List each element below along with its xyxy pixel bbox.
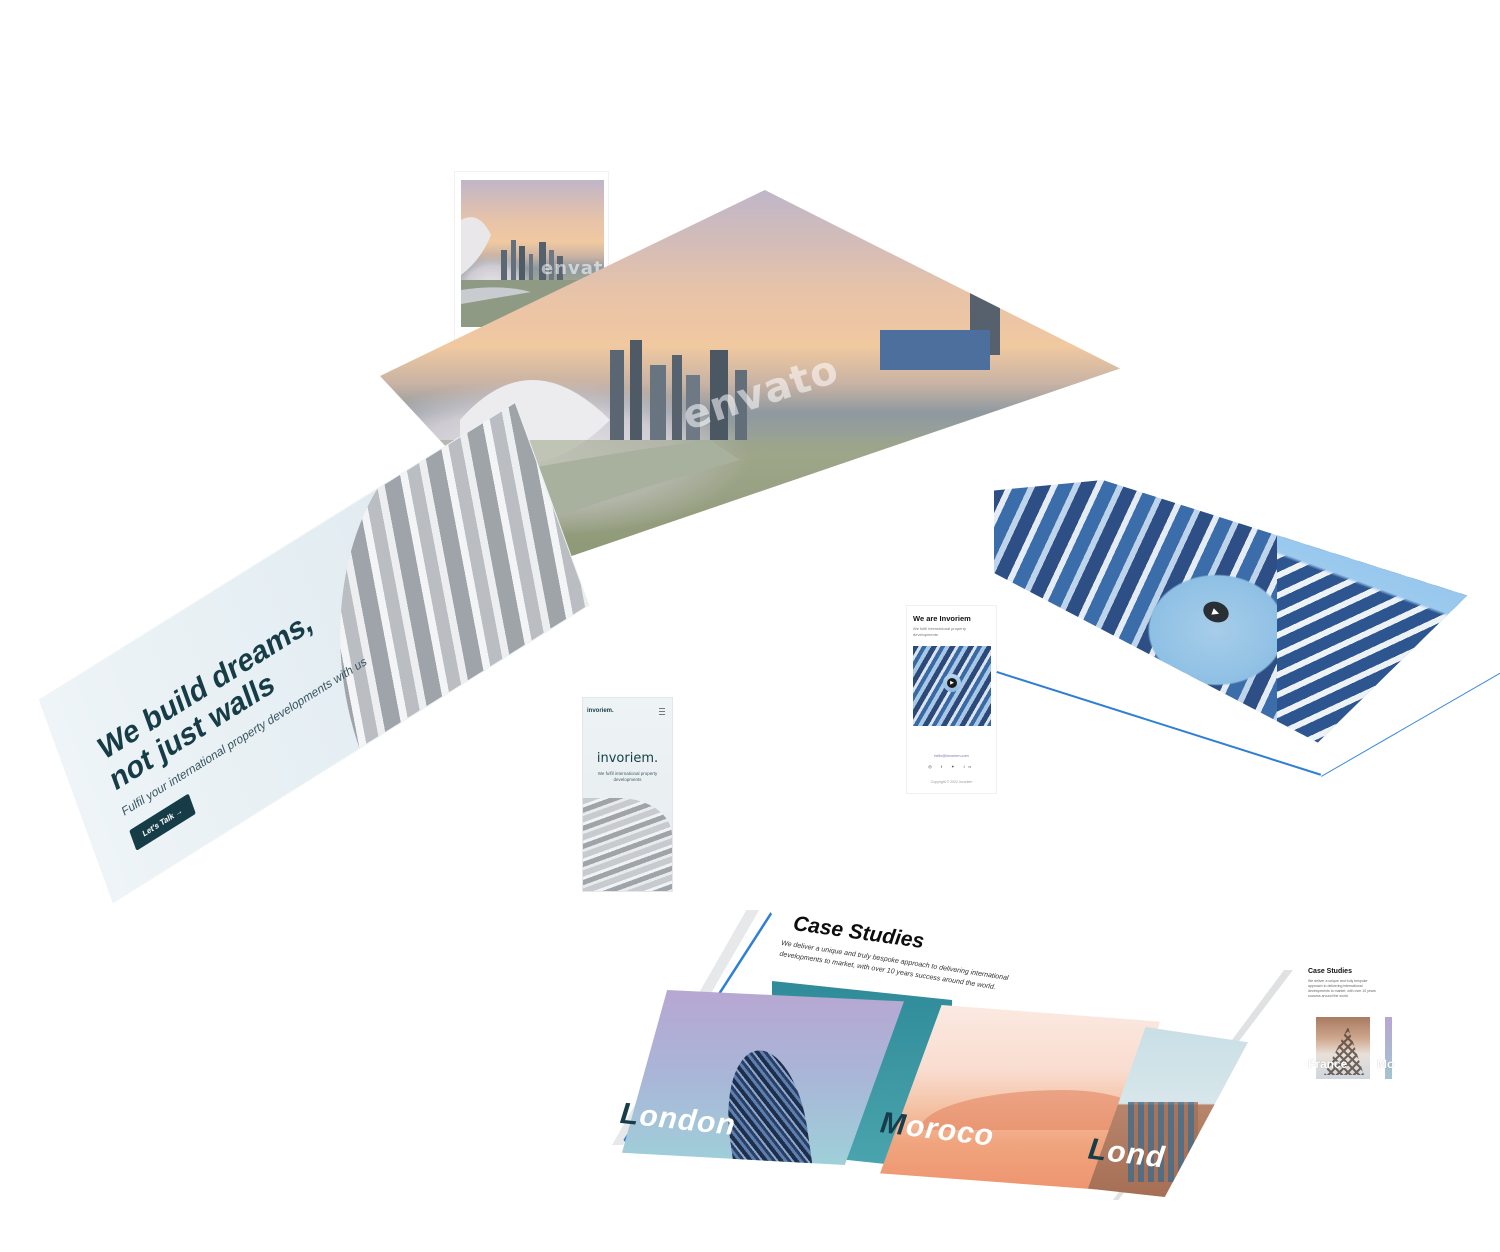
video-panel[interactable] bbox=[994, 480, 1468, 743]
mobile-page-preview: invoriem. invoriem. We fulfil internatio… bbox=[583, 698, 672, 891]
social-icons[interactable]: ◎ f ✦ in bbox=[907, 764, 996, 769]
mini-case-description: We deliver a unique and truly bespoke ap… bbox=[1308, 979, 1376, 998]
hero-page-preview: We build dreams, not just walls Fulfil y… bbox=[40, 403, 589, 902]
about-video-thumbnail[interactable]: ▶ bbox=[913, 646, 991, 726]
mobile-tagline: We fulfil international property develop… bbox=[597, 771, 658, 782]
gherkin-building-image bbox=[718, 1045, 814, 1165]
logo-large: invoriem. bbox=[596, 751, 659, 766]
play-icon[interactable]: ▶ bbox=[947, 678, 957, 688]
contact-email-link[interactable]: hello@invoriem.com bbox=[907, 754, 996, 758]
case-label-rest: ond bbox=[1105, 1134, 1168, 1175]
about-title: We are Invoriem bbox=[913, 614, 971, 623]
hamburger-menu-icon[interactable] bbox=[659, 708, 665, 715]
france-label: France bbox=[1308, 1057, 1348, 1071]
building-video-sky bbox=[1277, 480, 1468, 743]
about-card: We are Invoriem We fulfil international … bbox=[907, 606, 996, 793]
mini-case-studies-card: Case Studies We deliver a unique and tru… bbox=[1303, 963, 1398, 1083]
logo-small[interactable]: invoriem. bbox=[587, 708, 614, 714]
next-case-label: Mo bbox=[1377, 1057, 1395, 1071]
mobile-architecture-image bbox=[583, 798, 672, 891]
copyright-text: Copyright © 2022 Invoriem bbox=[930, 780, 973, 784]
mini-case-title: Case Studies bbox=[1308, 968, 1352, 975]
about-subtitle: We fulfil international property develop… bbox=[913, 626, 966, 637]
